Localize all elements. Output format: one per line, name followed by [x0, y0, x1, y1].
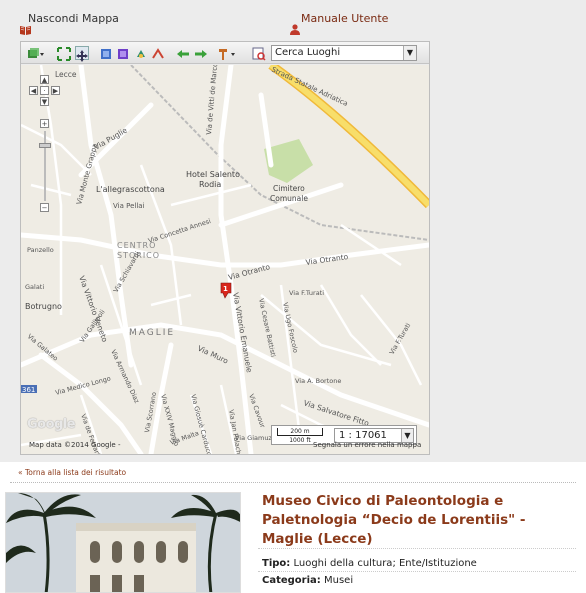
museum-title: Museo Civico di Paleontologia e Paletnol…	[262, 493, 526, 547]
divider	[258, 571, 576, 572]
map-label-allegrascottona: L'allegrascottona	[96, 185, 165, 194]
user-icon	[290, 24, 300, 38]
map-data-attribution: Map data ©2014 Google -	[29, 441, 121, 449]
scale-top: 200 m	[277, 428, 323, 436]
pan-up-icon[interactable]: ▲	[40, 75, 49, 84]
pan-right-icon[interactable]: ▶	[51, 86, 60, 95]
type-value: Luoghi della cultura; Ente/Istituzione	[293, 558, 477, 569]
divider	[258, 548, 576, 549]
hide-map-label: Nascondi Mappa	[28, 12, 119, 25]
back-to-results-link[interactable]: « Torna alla lista dei risultato	[18, 468, 126, 477]
google-logo: Google	[27, 417, 76, 432]
map-label-via-abortone: Via A. Bortone	[295, 377, 341, 385]
map-label-lecce: Lecce	[55, 70, 77, 79]
user-manual-link[interactable]: Manuale Utente	[290, 12, 389, 35]
zoom-in-icon[interactable]: +	[40, 119, 49, 128]
map-book-icon	[20, 24, 31, 38]
forward-arrow-icon[interactable]	[194, 46, 208, 60]
map-label-centro: CENTRO	[117, 241, 156, 250]
map-label-cimitero: Cimitero	[273, 184, 305, 193]
zoom-in-box-icon[interactable]	[99, 46, 113, 60]
layers-menu-button[interactable]	[27, 46, 45, 60]
map-label-maglie: MAGLIE	[129, 328, 175, 338]
search-places-select[interactable]: Cerca Luoghi ▼	[271, 45, 417, 61]
back-arrow-icon[interactable]	[176, 46, 190, 60]
museum-photo	[5, 492, 241, 593]
map-widget: Cerca Luoghi ▼ 361 Lecce Strada Statale …	[20, 41, 430, 455]
scale-ratio-value: 1 : 17061	[339, 430, 387, 441]
pan-left-icon[interactable]: ◀	[29, 86, 38, 95]
marker-number: 1	[223, 285, 228, 293]
map-label-galati: Galati	[25, 283, 44, 291]
street-map: 361 Lecce Strada Statale Adriatica Via P…	[21, 65, 429, 454]
select-icon[interactable]	[134, 46, 148, 60]
hide-map-link[interactable]: Nascondi Mappa	[20, 12, 119, 35]
pan-down-icon[interactable]: ▼	[40, 97, 49, 106]
tools-menu-button[interactable]	[217, 46, 239, 60]
map-label-hotel: Hotel Salento	[186, 170, 240, 179]
type-label: Tipo	[262, 558, 287, 569]
zoom-out-icon[interactable]: −	[40, 203, 49, 212]
chevron-down-icon: ▼	[403, 46, 416, 60]
map-label-rodia: Rodia	[199, 180, 221, 189]
zoom-slider-handle[interactable]	[39, 143, 51, 148]
divider	[10, 482, 576, 483]
map-label-botrugno: Botrugno	[25, 302, 62, 311]
zoom-world-icon[interactable]: ·	[40, 86, 49, 95]
category-value: Musei	[323, 575, 354, 586]
search-places-icon[interactable]	[252, 46, 266, 61]
road-361-label: 361	[22, 386, 35, 394]
museum-type: Tipo: Luoghi della cultura; Ente/Istituz…	[262, 558, 477, 569]
pan-icon[interactable]	[75, 46, 89, 62]
map-canvas[interactable]: 361 Lecce Strada Statale Adriatica Via P…	[21, 65, 429, 454]
search-places-value: Cerca Luoghi	[275, 47, 341, 58]
zoom-extent-icon[interactable]	[57, 46, 71, 61]
measure-icon[interactable]	[151, 46, 165, 60]
map-label-panzello: Panzello	[27, 246, 54, 254]
map-label-via-pellai: Via Pellai	[113, 202, 145, 210]
category-label: Categoria	[262, 575, 317, 586]
report-error-link[interactable]: Segnala un errore nella mappa	[313, 441, 421, 449]
map-label-comunale: Comunale	[270, 194, 308, 203]
zoom-slider-track[interactable]	[44, 131, 46, 201]
zoom-out-box-icon[interactable]	[116, 46, 130, 60]
user-manual-label: Manuale Utente	[301, 12, 389, 25]
map-toolbar: Cerca Luoghi ▼	[21, 42, 429, 64]
museum-category: Categoria: Musei	[262, 575, 354, 586]
map-label-via-fturati: Via F.Turati	[289, 289, 324, 297]
